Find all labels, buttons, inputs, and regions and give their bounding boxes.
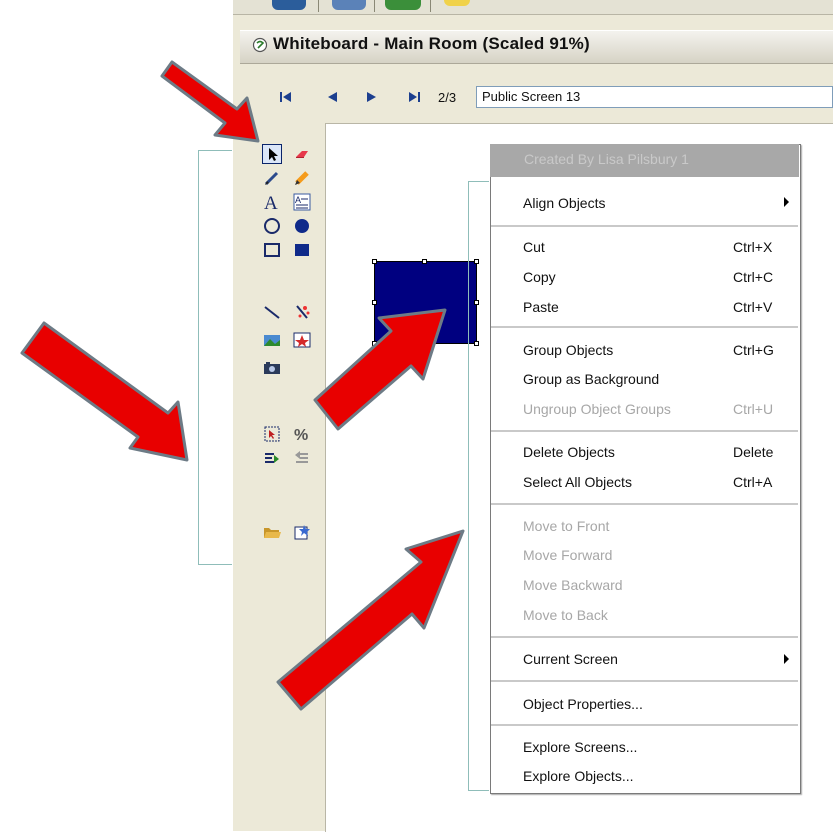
arrow-to-shape-icon (313, 308, 447, 431)
arrow-to-select-tool-icon (160, 60, 260, 143)
arrow-to-menu-icon (276, 529, 465, 711)
arrow-to-toolbar-icon (20, 321, 189, 462)
annotation-arrows (20, 60, 465, 711)
